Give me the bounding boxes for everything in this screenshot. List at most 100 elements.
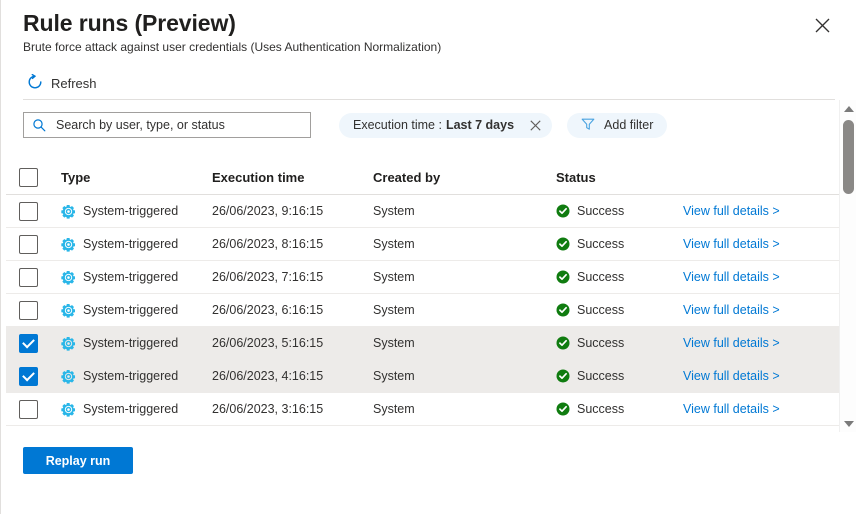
execution-time-value: 26/06/2023, 8:16:15 [212, 237, 323, 251]
cell-type: System-triggered [61, 360, 178, 392]
toolbar-divider [23, 99, 835, 100]
cell-status: Success [556, 393, 624, 425]
table-row[interactable]: System-triggered 26/06/2023, 4:16:15 Sys… [6, 360, 839, 393]
row-checkbox[interactable] [19, 400, 38, 419]
status-badge: Success [577, 237, 624, 251]
rule-runs-table: Type Execution time Created by Status Sy… [6, 160, 839, 432]
cell-status: Success [556, 195, 624, 227]
cell-execution-time: 26/06/2023, 5:16:15 [212, 327, 323, 359]
view-full-details-link[interactable]: View full details > [683, 204, 780, 218]
scroll-down-button[interactable] [840, 415, 856, 432]
success-icon [556, 204, 570, 218]
execution-time-value: 26/06/2023, 9:16:15 [212, 204, 323, 218]
row-checkbox[interactable] [19, 268, 38, 287]
filter-pill-label: Execution time : [353, 118, 442, 132]
cell-type: System-triggered [61, 228, 178, 260]
chevron-up-icon [844, 106, 854, 112]
created-by-value: System [373, 270, 415, 284]
status-badge: Success [577, 204, 624, 218]
status-badge: Success [577, 369, 624, 383]
blade-footer: Replay run [23, 447, 133, 474]
close-blade-button[interactable] [809, 12, 835, 38]
type-label: System-triggered [83, 237, 178, 251]
cell-status: Success [556, 294, 624, 326]
gear-icon [61, 402, 76, 417]
view-full-details-link[interactable]: View full details > [683, 303, 780, 317]
scrollbar-thumb[interactable] [843, 120, 854, 194]
row-checkbox[interactable] [19, 301, 38, 320]
filter-icon [581, 117, 595, 134]
gear-icon [61, 270, 76, 285]
scroll-up-button[interactable] [840, 100, 856, 117]
created-by-value: System [373, 369, 415, 383]
type-label: System-triggered [83, 270, 178, 284]
filter-pill-execution-time[interactable]: Execution time : Last 7 days [339, 113, 552, 138]
add-filter-button[interactable]: Add filter [567, 113, 667, 138]
table-row[interactable]: System-triggered 26/06/2023, 6:16:15 Sys… [6, 294, 839, 327]
select-all-checkbox[interactable] [19, 168, 38, 187]
cell-details: View full details > [683, 360, 780, 392]
table-body: System-triggered 26/06/2023, 9:16:15 Sys… [6, 195, 839, 426]
row-select-cell [19, 294, 38, 326]
row-select-cell [19, 195, 38, 227]
success-icon [556, 402, 570, 416]
row-checkbox[interactable] [19, 367, 38, 386]
view-full-details-link[interactable]: View full details > [683, 270, 780, 284]
column-header-type: Type [61, 170, 90, 185]
cell-execution-time: 26/06/2023, 9:16:15 [212, 195, 323, 227]
search-box[interactable] [23, 112, 311, 138]
success-icon [556, 237, 570, 251]
created-by-value: System [373, 237, 415, 251]
refresh-icon [27, 74, 43, 93]
cell-execution-time: 26/06/2023, 7:16:15 [212, 261, 323, 293]
row-checkbox[interactable] [19, 334, 38, 353]
execution-time-value: 26/06/2023, 6:16:15 [212, 303, 323, 317]
cell-status: Success [556, 360, 624, 392]
gear-icon [61, 336, 76, 351]
view-full-details-link[interactable]: View full details > [683, 237, 780, 251]
status-badge: Success [577, 336, 624, 350]
cell-created-by: System [373, 294, 415, 326]
gear-icon [61, 204, 76, 219]
type-label: System-triggered [83, 303, 178, 317]
view-full-details-link[interactable]: View full details > [683, 336, 780, 350]
cell-details: View full details > [683, 294, 780, 326]
created-by-value: System [373, 303, 415, 317]
gear-icon [61, 237, 76, 252]
search-icon [32, 118, 46, 132]
status-badge: Success [577, 402, 624, 416]
row-select-cell [19, 360, 38, 392]
execution-time-value: 26/06/2023, 7:16:15 [212, 270, 323, 284]
table-row[interactable]: System-triggered 26/06/2023, 8:16:15 Sys… [6, 228, 839, 261]
view-full-details-link[interactable]: View full details > [683, 402, 780, 416]
table-row[interactable]: System-triggered 26/06/2023, 3:16:15 Sys… [6, 393, 839, 426]
success-icon [556, 369, 570, 383]
table-row[interactable]: System-triggered 26/06/2023, 5:16:15 Sys… [6, 327, 839, 360]
page-title: Rule runs (Preview) [23, 10, 236, 37]
execution-time-value: 26/06/2023, 5:16:15 [212, 336, 323, 350]
search-input[interactable] [54, 114, 294, 136]
table-scrollbar[interactable] [839, 100, 856, 432]
column-header-status: Status [556, 170, 596, 185]
replay-run-button[interactable]: Replay run [23, 447, 133, 474]
row-select-cell [19, 261, 38, 293]
cell-created-by: System [373, 261, 415, 293]
table-row[interactable]: System-triggered 26/06/2023, 9:16:15 Sys… [6, 195, 839, 228]
view-full-details-link[interactable]: View full details > [683, 369, 780, 383]
remove-filter-button[interactable] [526, 116, 544, 134]
cell-details: View full details > [683, 327, 780, 359]
blade-header: Rule runs (Preview) Brute force attack a… [1, 0, 856, 96]
rule-runs-blade: Rule runs (Preview) Brute force attack a… [0, 0, 856, 514]
row-checkbox[interactable] [19, 202, 38, 221]
cell-type: System-triggered [61, 327, 178, 359]
created-by-value: System [373, 402, 415, 416]
created-by-value: System [373, 336, 415, 350]
refresh-button[interactable]: Refresh [23, 72, 101, 95]
cell-created-by: System [373, 327, 415, 359]
column-header-execution-time: Execution time [212, 170, 304, 185]
row-checkbox[interactable] [19, 235, 38, 254]
page-subtitle: Brute force attack against user credenti… [23, 40, 441, 54]
cell-execution-time: 26/06/2023, 3:16:15 [212, 393, 323, 425]
table-row[interactable]: System-triggered 26/06/2023, 7:16:15 Sys… [6, 261, 839, 294]
cell-details: View full details > [683, 228, 780, 260]
